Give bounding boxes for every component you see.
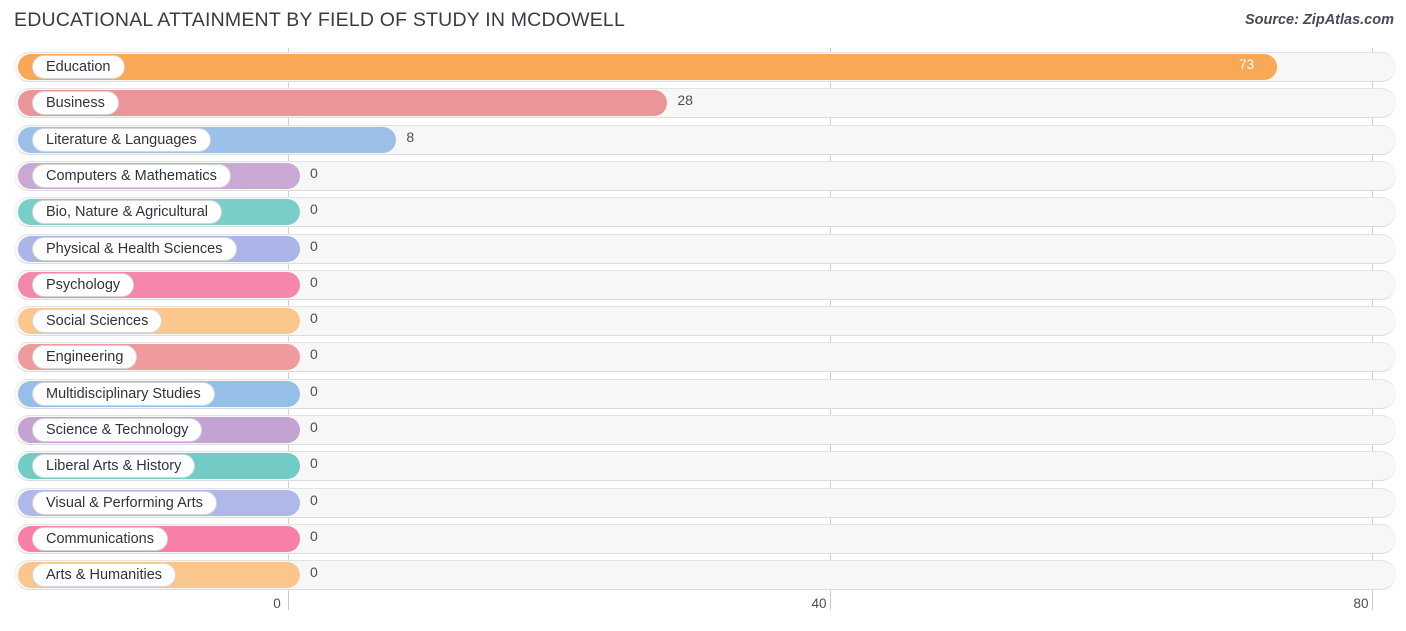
category-label: Communications: [32, 526, 168, 551]
chart-row[interactable]: Arts & Humanities 0: [0, 560, 1406, 591]
chart-row[interactable]: Liberal Arts & History 0: [0, 451, 1406, 482]
axis-tick-mark: [288, 593, 289, 610]
bar-value-label: 0: [310, 310, 318, 327]
bar-value-label: 8: [406, 128, 415, 145]
category-label: Science & Technology: [32, 418, 203, 442]
chart-row[interactable]: Education 73: [0, 52, 1406, 82]
category-label: Literature & Languages: [32, 127, 211, 152]
chart-row[interactable]: Visual & Performing Arts 0: [0, 487, 1406, 518]
category-label: Education: [32, 55, 125, 79]
chart-plot-area: Education 73 Business 28 Literature & Langua…: [0, 48, 1406, 593]
bar-value-label: 73: [1239, 57, 1255, 72]
chart-header: EDUCATIONAL ATTAINMENT BY FIELD OF STUDY…: [0, 0, 1406, 45]
category-label: Physical & Health Sciences: [32, 236, 237, 261]
category-label: Multidisciplinary Studies: [32, 381, 215, 406]
chart-row[interactable]: Engineering 0: [0, 342, 1406, 373]
source-attribution: Source: ZipAtlas.com: [1244, 12, 1394, 28]
bar-value-label: 0: [310, 273, 318, 290]
chart-row[interactable]: Science & Technology 0: [0, 415, 1406, 445]
category-label: Bio, Nature & Agricultural: [32, 200, 222, 225]
chart-row[interactable]: Communications 0: [0, 523, 1406, 554]
chart-row[interactable]: Business 28: [0, 88, 1406, 119]
bar-value-label: 0: [310, 491, 318, 508]
chart-row[interactable]: Social Sciences 0: [0, 306, 1406, 337]
x-axis: 0 40 80: [0, 593, 1406, 631]
chart-row[interactable]: Psychology 0: [0, 269, 1406, 300]
axis-tick-mark: [830, 593, 831, 610]
bar: [18, 54, 1278, 80]
category-label: Liberal Arts & History: [32, 454, 196, 479]
category-label: Social Sciences: [32, 309, 163, 334]
axis-tick-label: 0: [273, 596, 281, 611]
bar-value-label: 0: [310, 455, 318, 472]
axis-tick-label: 80: [1353, 596, 1369, 611]
chart-row[interactable]: Physical & Health Sciences 0: [0, 233, 1406, 264]
chart-row[interactable]: Bio, Nature & Agricultural 0: [0, 197, 1406, 228]
bar-value-label: 0: [310, 201, 318, 218]
category-label: Computers & Mathematics: [32, 163, 231, 188]
bar-value-label: 28: [677, 92, 693, 109]
category-label: Business: [32, 91, 119, 116]
bar-value-label: 0: [310, 164, 318, 181]
bar-value-label: 0: [310, 346, 318, 363]
category-label: Psychology: [32, 272, 135, 297]
category-label: Visual & Performing Arts: [32, 490, 217, 515]
bar-value-label: 0: [310, 527, 318, 544]
bar-value-label: 0: [310, 419, 318, 435]
axis-tick-mark: [1372, 593, 1373, 610]
chart-row[interactable]: Literature & Languages 8: [0, 124, 1406, 155]
chart-row[interactable]: Computers & Mathematics 0: [0, 160, 1406, 191]
page-title: EDUCATIONAL ATTAINMENT BY FIELD OF STUDY…: [14, 9, 626, 31]
chart-row[interactable]: Multidisciplinary Studies 0: [0, 378, 1406, 409]
bar-value-label: 0: [310, 382, 318, 399]
axis-tick-label: 40: [811, 596, 827, 611]
category-label: Arts & Humanities: [32, 563, 177, 588]
bar-value-label: 0: [310, 564, 318, 581]
category-label: Engineering: [32, 345, 138, 370]
bar-value-label: 0: [310, 237, 318, 254]
